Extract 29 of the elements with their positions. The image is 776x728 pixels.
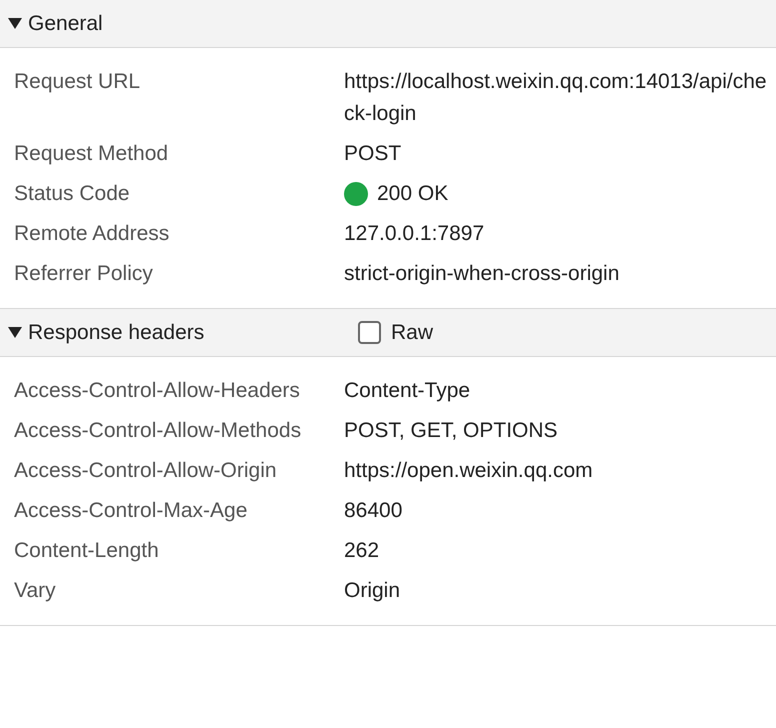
header-value: Content-Type — [344, 378, 470, 404]
header-value: 86400 — [344, 498, 402, 524]
header-name: Request Method — [13, 141, 170, 167]
triangle-down-icon — [8, 327, 22, 338]
header-value: 200 OK — [377, 181, 448, 207]
header-value: 262 — [344, 538, 380, 564]
header-name: Access-Control-Allow-Origin — [13, 458, 278, 484]
header-name: Access-Control-Allow-Headers — [13, 378, 301, 404]
header-name: Vary — [13, 578, 57, 604]
section-title: Response headers — [28, 320, 206, 346]
header-name: Status Code — [13, 181, 131, 207]
header-name: Request URL — [13, 69, 142, 95]
header-name: Content-Length — [13, 538, 160, 564]
section-title: General — [28, 10, 104, 37]
raw-checkbox[interactable]: Raw — [358, 316, 434, 348]
header-name: Access-Control-Allow-Methods — [13, 418, 302, 444]
triangle-down-icon — [8, 18, 22, 29]
header-value: https://open.weixin.qq.com — [344, 458, 593, 484]
header-name: Access-Control-Max-Age — [13, 498, 248, 524]
header-name: Referrer Policy — [13, 261, 154, 287]
header-value: 127.0.0.1:7897 — [344, 221, 484, 247]
header-value: Origin — [344, 578, 400, 604]
section-header[interactable]: General — [0, 0, 776, 48]
header-value: POST — [344, 141, 402, 167]
section-header[interactable]: Response headers Raw — [0, 309, 776, 357]
header-value: strict-origin-when-cross-origin — [344, 261, 620, 287]
header-value: https://localhost.weixin.qq.com:14013/api/check-login — [344, 69, 768, 127]
header-value: POST, GET, OPTIONS — [344, 418, 558, 444]
header-name: Remote Address — [13, 221, 170, 247]
